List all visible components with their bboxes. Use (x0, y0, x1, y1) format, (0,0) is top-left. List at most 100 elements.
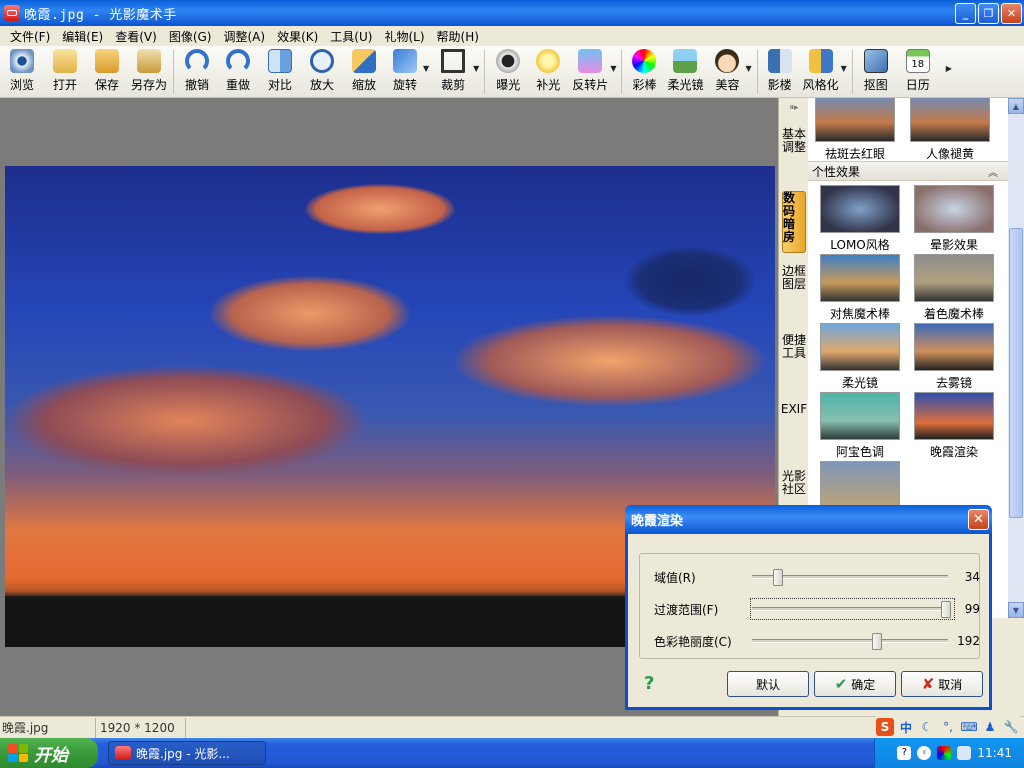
cutout-button[interactable]: 抠图 (856, 46, 896, 98)
zoom-in-button[interactable]: 放大 (301, 46, 343, 98)
redo-button[interactable]: 重做 (217, 46, 259, 98)
face-icon (715, 49, 740, 73)
sogou-icon[interactable]: S (876, 718, 894, 736)
effect-partial[interactable] (815, 461, 905, 506)
moon-icon[interactable]: ☾ (918, 718, 936, 736)
beauty-button[interactable]: 美容 (707, 46, 747, 98)
portrait-icon (767, 49, 792, 73)
help-tray-icon[interactable]: ? (897, 746, 912, 760)
threshold-slider-thumb[interactable] (773, 569, 784, 586)
open-button[interactable]: 打开 (44, 46, 86, 98)
undo-button[interactable]: 撤销 (177, 46, 217, 98)
effect-defog[interactable]: 去雾镜 (909, 323, 999, 391)
effect-vignette[interactable]: 晕影效果 (909, 185, 999, 253)
effect-colorize-wand[interactable]: 着色魔术棒 (909, 254, 999, 322)
stylize-button[interactable]: 风格化 (799, 46, 843, 98)
threshold-value: 34 (964, 570, 980, 584)
fill-light-button[interactable]: 补光 (528, 46, 568, 98)
tab-exif[interactable]: EXIF (781, 403, 807, 461)
dialog-close-button[interactable]: ✕ (968, 509, 989, 530)
start-button[interactable]: 开始 (0, 738, 98, 768)
taskbar-item-app[interactable]: 晚霞.jpg - 光影... (108, 741, 266, 765)
stylize-dropdown-arrow[interactable]: ▼ (841, 64, 847, 73)
system-tray: ? ‹ 11:41 (874, 738, 1024, 768)
menu-image[interactable]: 图像(G) (163, 28, 218, 45)
transition-value: 99 (964, 602, 980, 616)
rotate-dropdown-arrow[interactable]: ▼ (423, 64, 429, 73)
section-header-personal-effects[interactable]: 个性效果 ︽ (808, 161, 1008, 181)
film-dropdown-arrow[interactable]: ▼ (610, 64, 616, 73)
menu-edit[interactable]: 编辑(E) (56, 28, 109, 45)
toolbar-overflow-arrow[interactable]: ▶ (946, 64, 952, 73)
ime-mode-chinese[interactable]: 中 (897, 718, 915, 736)
beauty-dropdown-arrow[interactable]: ▼ (745, 64, 751, 73)
effect-sunset-render[interactable]: 晚霞渲染 (909, 392, 999, 460)
save-as-button[interactable]: 另存为 (128, 46, 170, 98)
rotate-icon (393, 49, 417, 73)
help-icon[interactable]: ? (644, 673, 654, 694)
punctuation-icon[interactable]: °, (939, 718, 957, 736)
ok-button[interactable]: ✔ 确定 (814, 671, 896, 697)
effect-focus-wand[interactable]: 对焦魔术棒 (815, 254, 905, 322)
volume-icon[interactable] (957, 746, 972, 760)
studio-button[interactable]: 影楼 (761, 46, 799, 98)
cancel-button[interactable]: ✘ 取消 (901, 671, 983, 697)
cutout-icon (863, 49, 888, 73)
scroll-down-arrow-icon[interactable]: ▼ (1008, 602, 1024, 618)
menu-tools[interactable]: 工具(U) (324, 28, 378, 45)
compare-button[interactable]: 对比 (259, 46, 301, 98)
clock[interactable]: 11:41 (977, 746, 1012, 760)
color-tray-icon[interactable] (937, 746, 952, 760)
rotate-button[interactable]: 旋转 (385, 46, 425, 98)
soft-light-button[interactable]: 柔光镜 (663, 46, 707, 98)
saturation-slider-thumb[interactable] (872, 633, 883, 650)
tab-quick-tools[interactable]: 便捷工具 (782, 334, 806, 390)
wrench-icon[interactable]: 🔧 (1002, 718, 1020, 736)
menu-file[interactable]: 文件(F) (4, 28, 56, 45)
panel-scrollbar[interactable]: ▲ ▼ (1008, 98, 1024, 618)
reverse-film-button[interactable]: 反转片 (568, 46, 612, 98)
menu-effects[interactable]: 效果(K) (271, 28, 324, 45)
saturation-slider-track[interactable] (752, 639, 948, 643)
status-bar: 晚霞.jpg 1920 * 1200 (0, 716, 1024, 738)
minimize-button[interactable]: _ (955, 3, 976, 24)
crop-icon (441, 49, 466, 73)
browse-button[interactable]: 浏览 (0, 46, 44, 98)
effect-freckle-redeye[interactable]: 祛斑去红眼 (810, 98, 900, 162)
scroll-up-arrow-icon[interactable]: ▲ (1008, 98, 1024, 114)
dialog-title-bar[interactable]: 晚霞渲染 ✕ (625, 505, 992, 534)
resize-button[interactable]: 缩放 (343, 46, 385, 98)
calendar-button[interactable]: 18 日历 (896, 46, 940, 98)
restore-button[interactable]: ❐ (978, 3, 999, 24)
collapse-chevron-icon[interactable]: ︽ (988, 164, 998, 179)
save-button[interactable]: 保存 (86, 46, 128, 98)
expand-tray-icon[interactable]: ‹ (917, 746, 932, 760)
color-pen-button[interactable]: 彩棒 (625, 46, 663, 98)
keyboard-icon[interactable]: ⌨ (960, 718, 978, 736)
menu-adjust[interactable]: 调整(A) (217, 28, 271, 45)
close-button[interactable]: ✕ (1001, 3, 1022, 24)
exposure-button[interactable]: 曝光 (488, 46, 528, 98)
saturation-value: 192 (957, 634, 980, 648)
menu-help[interactable]: 帮助(H) (431, 28, 485, 45)
crop-button[interactable]: 裁剪 (431, 46, 475, 98)
toolbar-separator (756, 50, 758, 94)
scroll-thumb[interactable] (1009, 228, 1023, 518)
default-button[interactable]: 默认 (727, 671, 809, 697)
effect-abao-tone[interactable]: 阿宝色调 (815, 392, 905, 460)
tab-basic-adjust[interactable]: 基本调整 (782, 128, 806, 182)
transition-slider-track[interactable] (752, 607, 948, 611)
menu-view[interactable]: 查看(V) (109, 28, 163, 45)
slider-group: 域值(R) 34 过渡范围(F) 99 色彩艳丽度(C) 192 (639, 553, 980, 659)
effect-soft-focus[interactable]: 柔光镜 (815, 323, 905, 391)
effect-lomo[interactable]: LOMO风格 (815, 185, 905, 253)
status-dimensions: 1920 * 1200 (96, 717, 186, 738)
app-icon[interactable] (4, 5, 20, 21)
collapse-arrows-icon[interactable]: ⏸▸ (782, 102, 806, 116)
tab-digital-darkroom[interactable]: 数码暗房 (782, 191, 806, 253)
effect-portrait-deyellow[interactable]: 人像褪黄 (905, 98, 995, 162)
tab-frames-layers[interactable]: 边框图层 (782, 265, 806, 321)
menu-gifts[interactable]: 礼物(L) (378, 28, 430, 45)
crop-dropdown-arrow[interactable]: ▼ (473, 64, 479, 73)
user-icon[interactable]: ♟ (981, 718, 999, 736)
